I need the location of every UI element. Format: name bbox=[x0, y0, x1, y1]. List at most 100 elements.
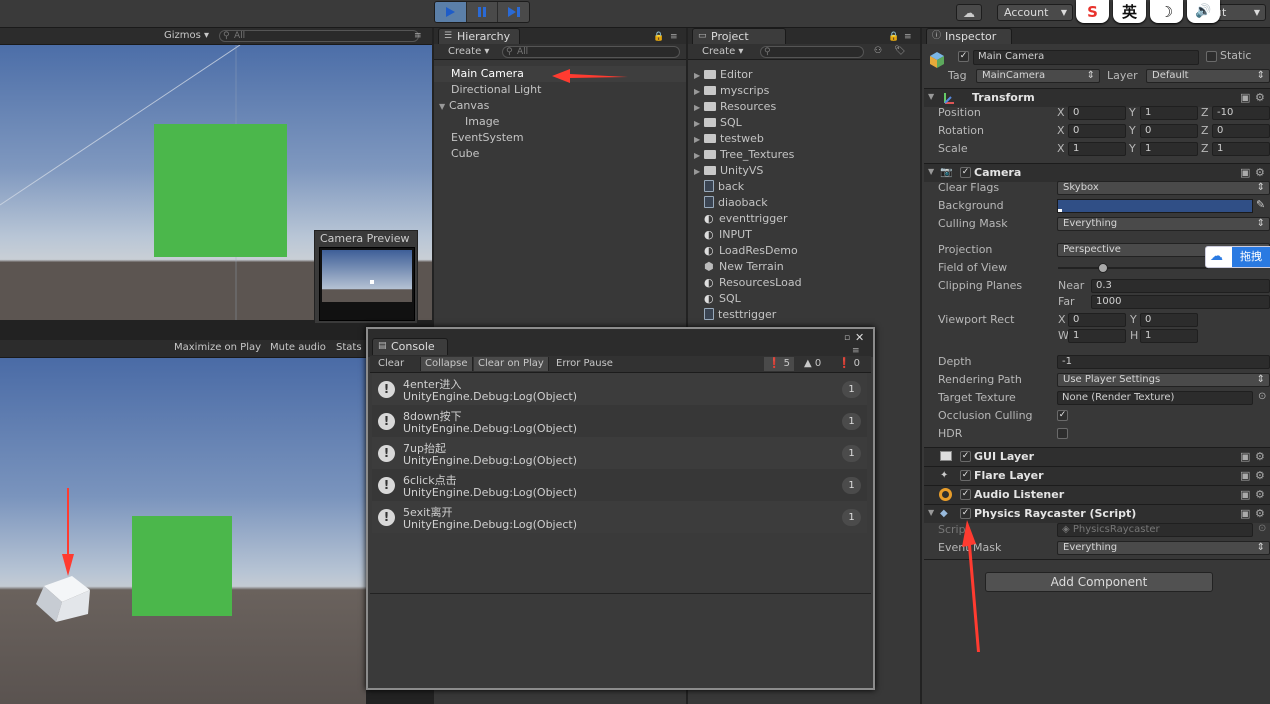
object-picker-icon[interactable]: ⊙ bbox=[1258, 391, 1266, 402]
ime-english-button[interactable]: 英 bbox=[1113, 0, 1146, 23]
gear-icon[interactable]: ⚙ bbox=[1255, 469, 1265, 482]
gear-icon[interactable]: ⚙ bbox=[1255, 507, 1265, 520]
help-icon[interactable]: ▣ bbox=[1240, 166, 1250, 179]
project-item[interactable]: ◐ ResourcesLoad bbox=[694, 275, 802, 291]
viewport-x-input[interactable]: 0 bbox=[1068, 313, 1126, 327]
viewport-y-input[interactable]: 0 bbox=[1140, 313, 1198, 327]
help-icon[interactable]: ▣ bbox=[1240, 91, 1250, 104]
object-name-input[interactable]: Main Camera bbox=[973, 50, 1199, 65]
fov-slider-track[interactable] bbox=[1058, 267, 1208, 269]
sogou-icon[interactable]: S bbox=[1076, 0, 1109, 23]
cube-object[interactable] bbox=[34, 576, 94, 632]
expand-arrow-icon[interactable]: ▶ bbox=[694, 132, 704, 148]
project-item[interactable]: ◐ SQL bbox=[694, 291, 741, 307]
project-item[interactable]: ◐ LoadResDemo bbox=[694, 243, 798, 259]
project-item[interactable]: diaoback bbox=[694, 195, 768, 211]
project-item[interactable]: ▶ Tree_Textures bbox=[694, 147, 794, 163]
expand-arrow-icon[interactable]: ▼ bbox=[439, 99, 449, 115]
hierarchy-item-canvas[interactable]: ▼ Canvas bbox=[439, 98, 489, 114]
flare-layer-header[interactable]: ✦ ✓ Flare Layer ▣ ⚙ bbox=[924, 466, 1270, 485]
target-texture-field[interactable]: None (Render Texture) bbox=[1057, 391, 1253, 405]
project-item[interactable]: ◐ eventtrigger bbox=[694, 211, 787, 227]
audio-listener-checkbox[interactable]: ✓ bbox=[960, 489, 971, 500]
project-item[interactable]: ▶ Resources bbox=[694, 99, 776, 115]
camera-enabled-checkbox[interactable]: ✓ bbox=[960, 167, 971, 178]
foldout-arrow-icon[interactable]: ▼ bbox=[928, 508, 938, 517]
moon-icon[interactable]: ☽ bbox=[1150, 0, 1183, 23]
eyedropper-icon[interactable]: ✎ bbox=[1256, 198, 1265, 211]
background-color-swatch[interactable] bbox=[1057, 199, 1253, 213]
panel-menu-icon[interactable]: ≡ bbox=[904, 32, 912, 42]
scale-x-input[interactable]: 1 bbox=[1068, 142, 1126, 156]
expand-arrow-icon[interactable]: ▶ bbox=[694, 116, 704, 132]
console-log-entry[interactable]: ! 6click点击 UnityEngine.Debug:Log(Object) 1 bbox=[372, 469, 867, 501]
scene-search-input[interactable]: ⚲ All bbox=[219, 30, 419, 42]
expand-arrow-icon[interactable]: ▶ bbox=[694, 148, 704, 164]
help-icon[interactable]: ▣ bbox=[1240, 450, 1250, 463]
hierarchy-item-cube[interactable]: Cube bbox=[451, 146, 479, 162]
foldout-arrow-icon[interactable]: ▼ bbox=[928, 92, 938, 101]
lock-icon[interactable]: 🔒 bbox=[653, 32, 664, 42]
console-error-filter[interactable]: ❗ 0 bbox=[834, 357, 864, 371]
project-item[interactable]: ▶ myscrips bbox=[694, 83, 769, 99]
scene-viewport[interactable]: Camera Preview bbox=[0, 45, 432, 324]
expand-arrow-icon[interactable]: ▶ bbox=[694, 84, 704, 100]
clear-flags-dropdown[interactable]: Skybox ⇕ bbox=[1057, 181, 1270, 195]
console-log-entry[interactable]: ! 7up抬起 UnityEngine.Debug:Log(Object) 1 bbox=[372, 437, 867, 469]
console-log-entry[interactable]: ! 4enter进入 UnityEngine.Debug:Log(Object) 1 bbox=[372, 373, 867, 405]
project-item[interactable]: ▶ UnityVS bbox=[694, 163, 763, 179]
project-item[interactable]: ◐ INPUT bbox=[694, 227, 752, 243]
audio-listener-header[interactable]: ✓ Audio Listener ▣ ⚙ bbox=[924, 485, 1270, 504]
project-item[interactable]: ▶ Editor bbox=[694, 67, 753, 83]
physics-raycaster-header[interactable]: ▼ ◆ ✓ Physics Raycaster (Script) ▣ ⚙ bbox=[924, 504, 1270, 523]
green-plane[interactable] bbox=[154, 124, 287, 257]
foldout-arrow-icon[interactable]: ▼ bbox=[928, 167, 938, 176]
panel-menu-icon[interactable]: ≡ bbox=[852, 346, 860, 356]
project-search-input[interactable]: ⚲ bbox=[760, 46, 864, 58]
fov-slider-thumb[interactable] bbox=[1098, 263, 1108, 273]
scale-z-input[interactable]: 1 bbox=[1212, 142, 1270, 156]
gui-layer-checkbox[interactable]: ✓ bbox=[960, 451, 971, 462]
baidu-overlay-button[interactable]: ☁ 拖拽 bbox=[1205, 246, 1270, 268]
scale-y-input[interactable]: 1 bbox=[1140, 142, 1198, 156]
console-warning-filter[interactable]: ▲ 0 bbox=[800, 357, 825, 371]
gear-icon[interactable]: ⚙ bbox=[1255, 166, 1265, 179]
pause-button[interactable] bbox=[467, 2, 499, 22]
tag-dropdown[interactable]: MainCamera ⇕ bbox=[976, 69, 1100, 83]
hierarchy-item-eventsystem[interactable]: EventSystem bbox=[451, 130, 524, 146]
active-checkbox[interactable]: ✓ bbox=[958, 51, 969, 62]
project-create-dropdown[interactable]: Create ▾ bbox=[698, 45, 747, 59]
tab-hierarchy[interactable]: ☰ Hierarchy bbox=[438, 28, 520, 44]
physics-raycaster-checkbox[interactable]: ✓ bbox=[960, 508, 971, 519]
tab-console[interactable]: ▤ Console bbox=[372, 338, 448, 355]
expand-arrow-icon[interactable]: ▶ bbox=[694, 100, 704, 116]
project-item[interactable]: ▶ SQL bbox=[694, 115, 742, 131]
layer-dropdown[interactable]: Default ⇕ bbox=[1146, 69, 1270, 83]
position-y-input[interactable]: 1 bbox=[1140, 106, 1198, 120]
event-mask-dropdown[interactable]: Everything ⇕ bbox=[1057, 541, 1270, 555]
hdr-checkbox[interactable] bbox=[1057, 428, 1068, 439]
tab-project[interactable]: ▭ Project bbox=[692, 28, 786, 44]
hierarchy-item-directional-light[interactable]: Directional Light bbox=[451, 82, 541, 98]
help-icon[interactable]: ▣ bbox=[1240, 507, 1250, 520]
account-dropdown[interactable]: Account ▼ bbox=[997, 4, 1073, 21]
help-icon[interactable]: ▣ bbox=[1240, 488, 1250, 501]
rendering-path-dropdown[interactable]: Use Player Settings ⇕ bbox=[1057, 373, 1270, 387]
project-item[interactable]: back bbox=[694, 179, 744, 195]
add-component-button[interactable]: Add Component bbox=[985, 572, 1213, 592]
console-error-pause-toggle[interactable]: Error Pause bbox=[552, 357, 617, 371]
project-item[interactable]: testtrigger bbox=[694, 307, 776, 323]
maximize-on-play-toggle[interactable]: Maximize on Play bbox=[170, 341, 265, 355]
console-log-entry[interactable]: ! 8down按下 UnityEngine.Debug:Log(Object) 1 bbox=[372, 405, 867, 437]
console-collapse-toggle[interactable]: Collapse bbox=[420, 357, 473, 371]
tab-inspector[interactable]: ⓘ Inspector bbox=[926, 28, 1012, 44]
play-button[interactable] bbox=[435, 2, 467, 22]
static-checkbox[interactable] bbox=[1206, 51, 1217, 62]
camera-header[interactable]: ▼ 📷 ✓ Camera ▣ ⚙ bbox=[924, 163, 1270, 182]
hierarchy-search-input[interactable]: ⚲ All bbox=[502, 46, 680, 58]
gear-icon[interactable]: ⚙ bbox=[1255, 91, 1265, 104]
viewport-h-input[interactable]: 1 bbox=[1140, 329, 1198, 343]
console-clear-button[interactable]: Clear bbox=[374, 357, 408, 371]
close-icon[interactable]: ✕ bbox=[855, 331, 864, 344]
hierarchy-item-main-camera[interactable]: Main Camera bbox=[434, 66, 686, 82]
